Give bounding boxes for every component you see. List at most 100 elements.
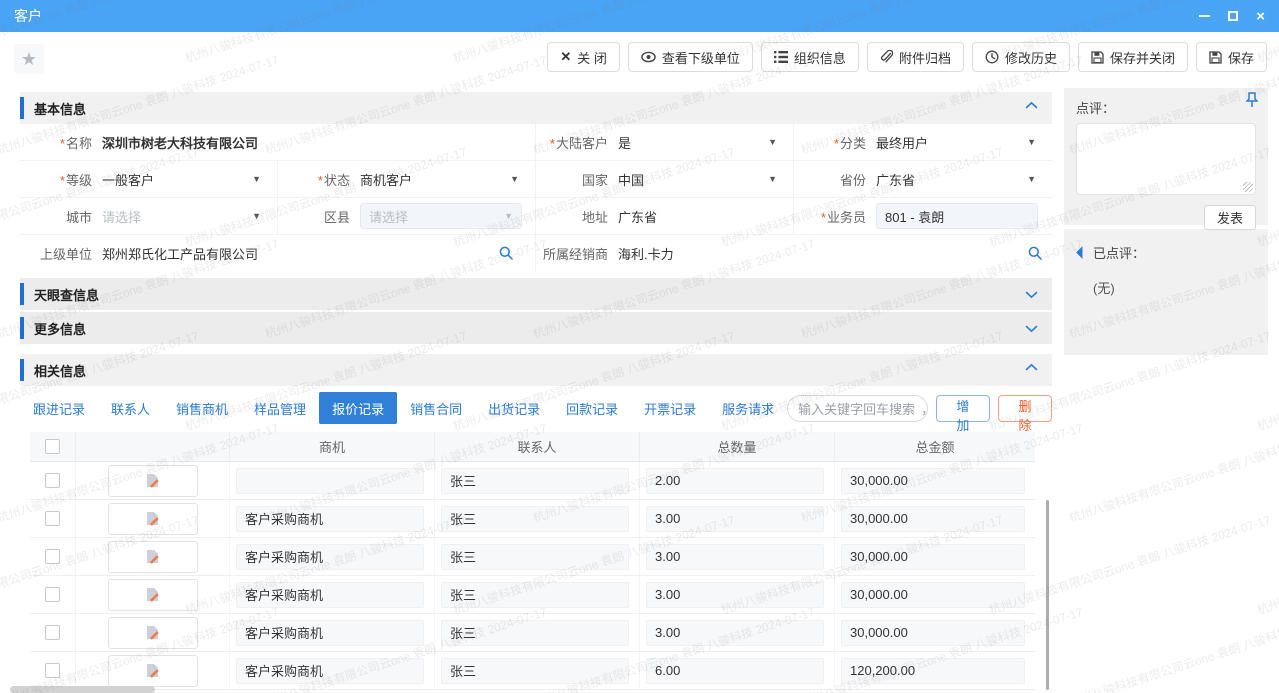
- attachment-archive-button[interactable]: 附件归档: [867, 42, 964, 72]
- tab-contacts[interactable]: 联系人: [98, 392, 163, 424]
- opportunity-input[interactable]: [236, 468, 424, 494]
- chevron-down-icon[interactable]: ▼: [768, 174, 777, 184]
- chevron-down-icon[interactable]: ▼: [1027, 174, 1036, 184]
- contact-input[interactable]: 张三: [441, 544, 629, 570]
- distributor-value[interactable]: 海利.卡力: [618, 244, 674, 263]
- row-checkbox[interactable]: [45, 663, 60, 678]
- edit-quotation-button[interactable]: [108, 617, 198, 649]
- tab-sales-opportunities[interactable]: 销售商机: [163, 392, 241, 424]
- edit-quotation-button[interactable]: [108, 579, 198, 611]
- maximize-icon[interactable]: [1228, 8, 1238, 24]
- section-more-info-header[interactable]: 更多信息: [20, 312, 1052, 344]
- minimize-icon[interactable]: [1199, 8, 1210, 24]
- chevron-down-icon[interactable]: [1025, 291, 1038, 299]
- amount-input[interactable]: 30,000.00: [841, 506, 1025, 532]
- save-and-close-button[interactable]: 保存并关闭: [1078, 42, 1188, 72]
- favorite-star-icon[interactable]: ★: [14, 44, 44, 74]
- qty-input[interactable]: 3.00: [646, 544, 824, 570]
- edit-quotation-button[interactable]: [108, 541, 198, 573]
- tab-follow-up-records[interactable]: 跟进记录: [20, 392, 98, 424]
- horizontal-scrollbar[interactable]: [10, 686, 155, 693]
- chevron-down-icon[interactable]: [1025, 325, 1038, 333]
- section-basic-info-header[interactable]: 基本信息: [20, 92, 1052, 124]
- tab-sales-contracts[interactable]: 销售合同: [397, 392, 475, 424]
- comment-textarea[interactable]: [1076, 123, 1256, 195]
- close-button[interactable]: ✕ 关 闭: [547, 42, 620, 72]
- row-checkbox[interactable]: [45, 473, 60, 488]
- chevron-up-icon[interactable]: [1025, 101, 1038, 109]
- salesman-input[interactable]: 801 - 袁朗: [876, 203, 1038, 229]
- add-button[interactable]: 增加: [936, 395, 990, 422]
- opportunity-input[interactable]: 客户采购商机: [236, 620, 424, 646]
- tab-shipment-records[interactable]: 出货记录: [475, 392, 553, 424]
- chevron-down-icon[interactable]: ▼: [510, 174, 519, 184]
- name-value[interactable]: 深圳市树老大科技有限公司: [102, 133, 258, 152]
- city-select[interactable]: 请选择: [102, 207, 141, 226]
- row-checkbox[interactable]: [45, 625, 60, 640]
- contact-input[interactable]: 张三: [441, 506, 629, 532]
- tab-invoice-records[interactable]: 开票记录: [631, 392, 709, 424]
- amount-input[interactable]: 30,000.00: [841, 468, 1025, 494]
- delete-button[interactable]: 删除: [998, 395, 1052, 422]
- tab-payment-records[interactable]: 回款记录: [553, 392, 631, 424]
- search-icon[interactable]: [499, 246, 513, 260]
- close-icon[interactable]: ×: [1256, 8, 1265, 24]
- cell-total-amount: 30,000.00: [835, 538, 1035, 575]
- opportunity-input[interactable]: 客户采购商机: [236, 658, 424, 684]
- contact-input[interactable]: 张三: [441, 620, 629, 646]
- publish-button[interactable]: 发表: [1204, 205, 1256, 230]
- amount-input[interactable]: 30,000.00: [841, 544, 1025, 570]
- qty-input[interactable]: 6.00: [646, 658, 824, 684]
- view-subordinate-units-button[interactable]: 查看下级单位: [628, 42, 753, 72]
- mainland-value[interactable]: 是: [618, 133, 631, 152]
- doc-edit-icon: [146, 587, 159, 602]
- opportunity-input[interactable]: 客户采购商机: [236, 582, 424, 608]
- row-checkbox[interactable]: [45, 511, 60, 526]
- edit-quotation-button[interactable]: [108, 655, 198, 687]
- level-value[interactable]: 一般客户: [102, 170, 154, 189]
- search-icon[interactable]: [1028, 246, 1042, 260]
- modify-history-button[interactable]: 修改历史: [972, 42, 1070, 72]
- district-select[interactable]: 请选择 ▼: [360, 203, 522, 229]
- parent-unit-value[interactable]: 郑州郑氏化工产品有限公司: [102, 244, 258, 263]
- amount-input[interactable]: 30,000.00: [841, 582, 1025, 608]
- category-value[interactable]: 最终用户: [876, 133, 928, 152]
- opportunity-input[interactable]: 客户采购商机: [236, 506, 424, 532]
- save-button[interactable]: 保存: [1196, 42, 1267, 72]
- qty-input[interactable]: 3.00: [646, 582, 824, 608]
- row-checkbox[interactable]: [45, 587, 60, 602]
- resize-handle[interactable]: [1243, 182, 1253, 192]
- address-value[interactable]: 广东省: [618, 207, 657, 226]
- country-value[interactable]: 中国: [618, 170, 644, 189]
- amount-input[interactable]: 120,200.00: [841, 658, 1025, 684]
- status-value[interactable]: 商机客户: [360, 170, 412, 189]
- section-related-info-header[interactable]: 相关信息: [20, 354, 1052, 386]
- amount-input[interactable]: 30,000.00: [841, 620, 1025, 646]
- vertical-scrollbar[interactable]: [1046, 500, 1049, 690]
- opportunity-input[interactable]: 客户采购商机: [236, 544, 424, 570]
- commented-header[interactable]: 已点评：: [1078, 243, 1254, 262]
- chevron-down-icon[interactable]: ▼: [768, 137, 777, 147]
- qty-input[interactable]: 2.00: [646, 468, 824, 494]
- search-input[interactable]: 输入关键字回车搜索 ，商: [787, 395, 928, 422]
- contact-input[interactable]: 张三: [441, 582, 629, 608]
- chevron-down-icon[interactable]: ▼: [1027, 137, 1036, 147]
- pin-icon[interactable]: [1246, 92, 1258, 108]
- select-all-checkbox[interactable]: [45, 439, 60, 454]
- edit-quotation-button[interactable]: [108, 503, 198, 535]
- tab-service-requests[interactable]: 服务请求: [709, 392, 787, 424]
- section-tianyancha-header[interactable]: 天眼查信息: [20, 278, 1052, 310]
- edit-quotation-button[interactable]: [108, 465, 198, 497]
- contact-input[interactable]: 张三: [441, 468, 629, 494]
- tab-quotation-records[interactable]: 报价记录: [319, 392, 397, 424]
- chevron-down-icon[interactable]: ▼: [252, 211, 261, 221]
- qty-input[interactable]: 3.00: [646, 620, 824, 646]
- contact-input[interactable]: 张三: [441, 658, 629, 684]
- org-info-button[interactable]: 组织信息: [761, 42, 859, 72]
- chevron-up-icon[interactable]: [1025, 363, 1038, 371]
- province-value[interactable]: 广东省: [876, 170, 915, 189]
- chevron-down-icon[interactable]: ▼: [252, 174, 261, 184]
- qty-input[interactable]: 3.00: [646, 506, 824, 532]
- tab-sample-management[interactable]: 样品管理: [241, 392, 319, 424]
- row-checkbox[interactable]: [45, 549, 60, 564]
